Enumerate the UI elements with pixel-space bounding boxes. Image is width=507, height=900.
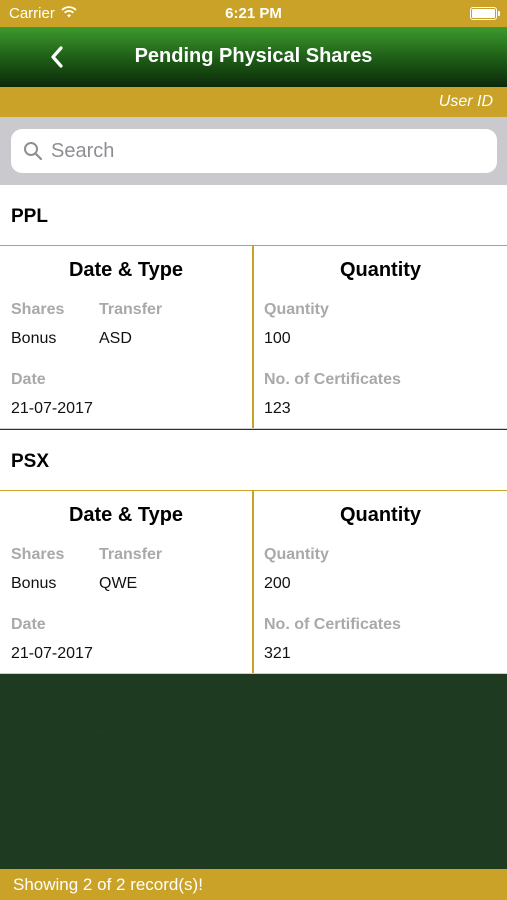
- user-id-strip: User ID: [0, 87, 507, 117]
- quantity-column: Quantity Quantity 100 No. of Certificate…: [254, 246, 507, 428]
- certificates-value: 123: [264, 400, 291, 417]
- shares-label: Shares: [11, 546, 65, 563]
- shares-value: Bonus: [11, 330, 57, 347]
- date-label: Date: [11, 616, 46, 633]
- quantity-label: Quantity: [264, 546, 329, 563]
- page-title: Pending Physical Shares: [134, 45, 373, 67]
- column-header: Quantity: [339, 259, 422, 281]
- user-id-label: User ID: [438, 93, 493, 110]
- search-icon: [21, 139, 45, 163]
- record-card: PPL Date & Type Shares Transfer Bonus AS…: [0, 185, 507, 429]
- column-header: Date & Type: [68, 259, 184, 281]
- date-value: 21-07-2017: [11, 400, 93, 417]
- date-type-column: Date & Type Shares Transfer Bonus ASD Da…: [0, 246, 254, 428]
- certificates-label: No. of Certificates: [264, 616, 401, 633]
- background-texture: [0, 674, 507, 869]
- search-field-container[interactable]: [11, 129, 497, 173]
- clock: 6:21 PM: [225, 5, 282, 22]
- certificates-value: 321: [264, 645, 291, 662]
- record-card: PSX Date & Type Shares Transfer Bonus QW…: [0, 430, 507, 674]
- search-input[interactable]: [51, 139, 471, 163]
- quantity-label: Quantity: [264, 301, 329, 318]
- record-count-text: Showing 2 of 2 record(s)!: [13, 875, 203, 894]
- search-bar: [0, 117, 507, 185]
- quantity-value: 100: [264, 330, 291, 347]
- quantity-value: 200: [264, 575, 291, 592]
- shares-value: Bonus: [11, 575, 57, 592]
- transfer-label: Transfer: [99, 546, 163, 563]
- date-type-column: Date & Type Shares Transfer Bonus QWE Da…: [0, 491, 254, 673]
- record-count-footer: Showing 2 of 2 record(s)!: [0, 869, 507, 900]
- date-value: 21-07-2017: [11, 645, 93, 662]
- shares-label: Shares: [11, 301, 65, 318]
- transfer-label: Transfer: [99, 301, 163, 318]
- battery-icon: [470, 7, 500, 20]
- column-header: Date & Type: [68, 504, 184, 526]
- navigation-bar: Pending Physical Shares: [0, 27, 507, 87]
- record-symbol: PPL: [0, 185, 507, 246]
- quantity-column: Quantity Quantity 200 No. of Certificate…: [254, 491, 507, 673]
- status-bar: Carrier 6:21 PM: [0, 0, 507, 27]
- column-header: Quantity: [339, 504, 422, 526]
- transfer-value: QWE: [99, 575, 138, 592]
- transfer-value: ASD: [99, 330, 132, 347]
- record-symbol: PSX: [0, 430, 507, 491]
- certificates-label: No. of Certificates: [264, 371, 401, 388]
- date-label: Date: [11, 371, 46, 388]
